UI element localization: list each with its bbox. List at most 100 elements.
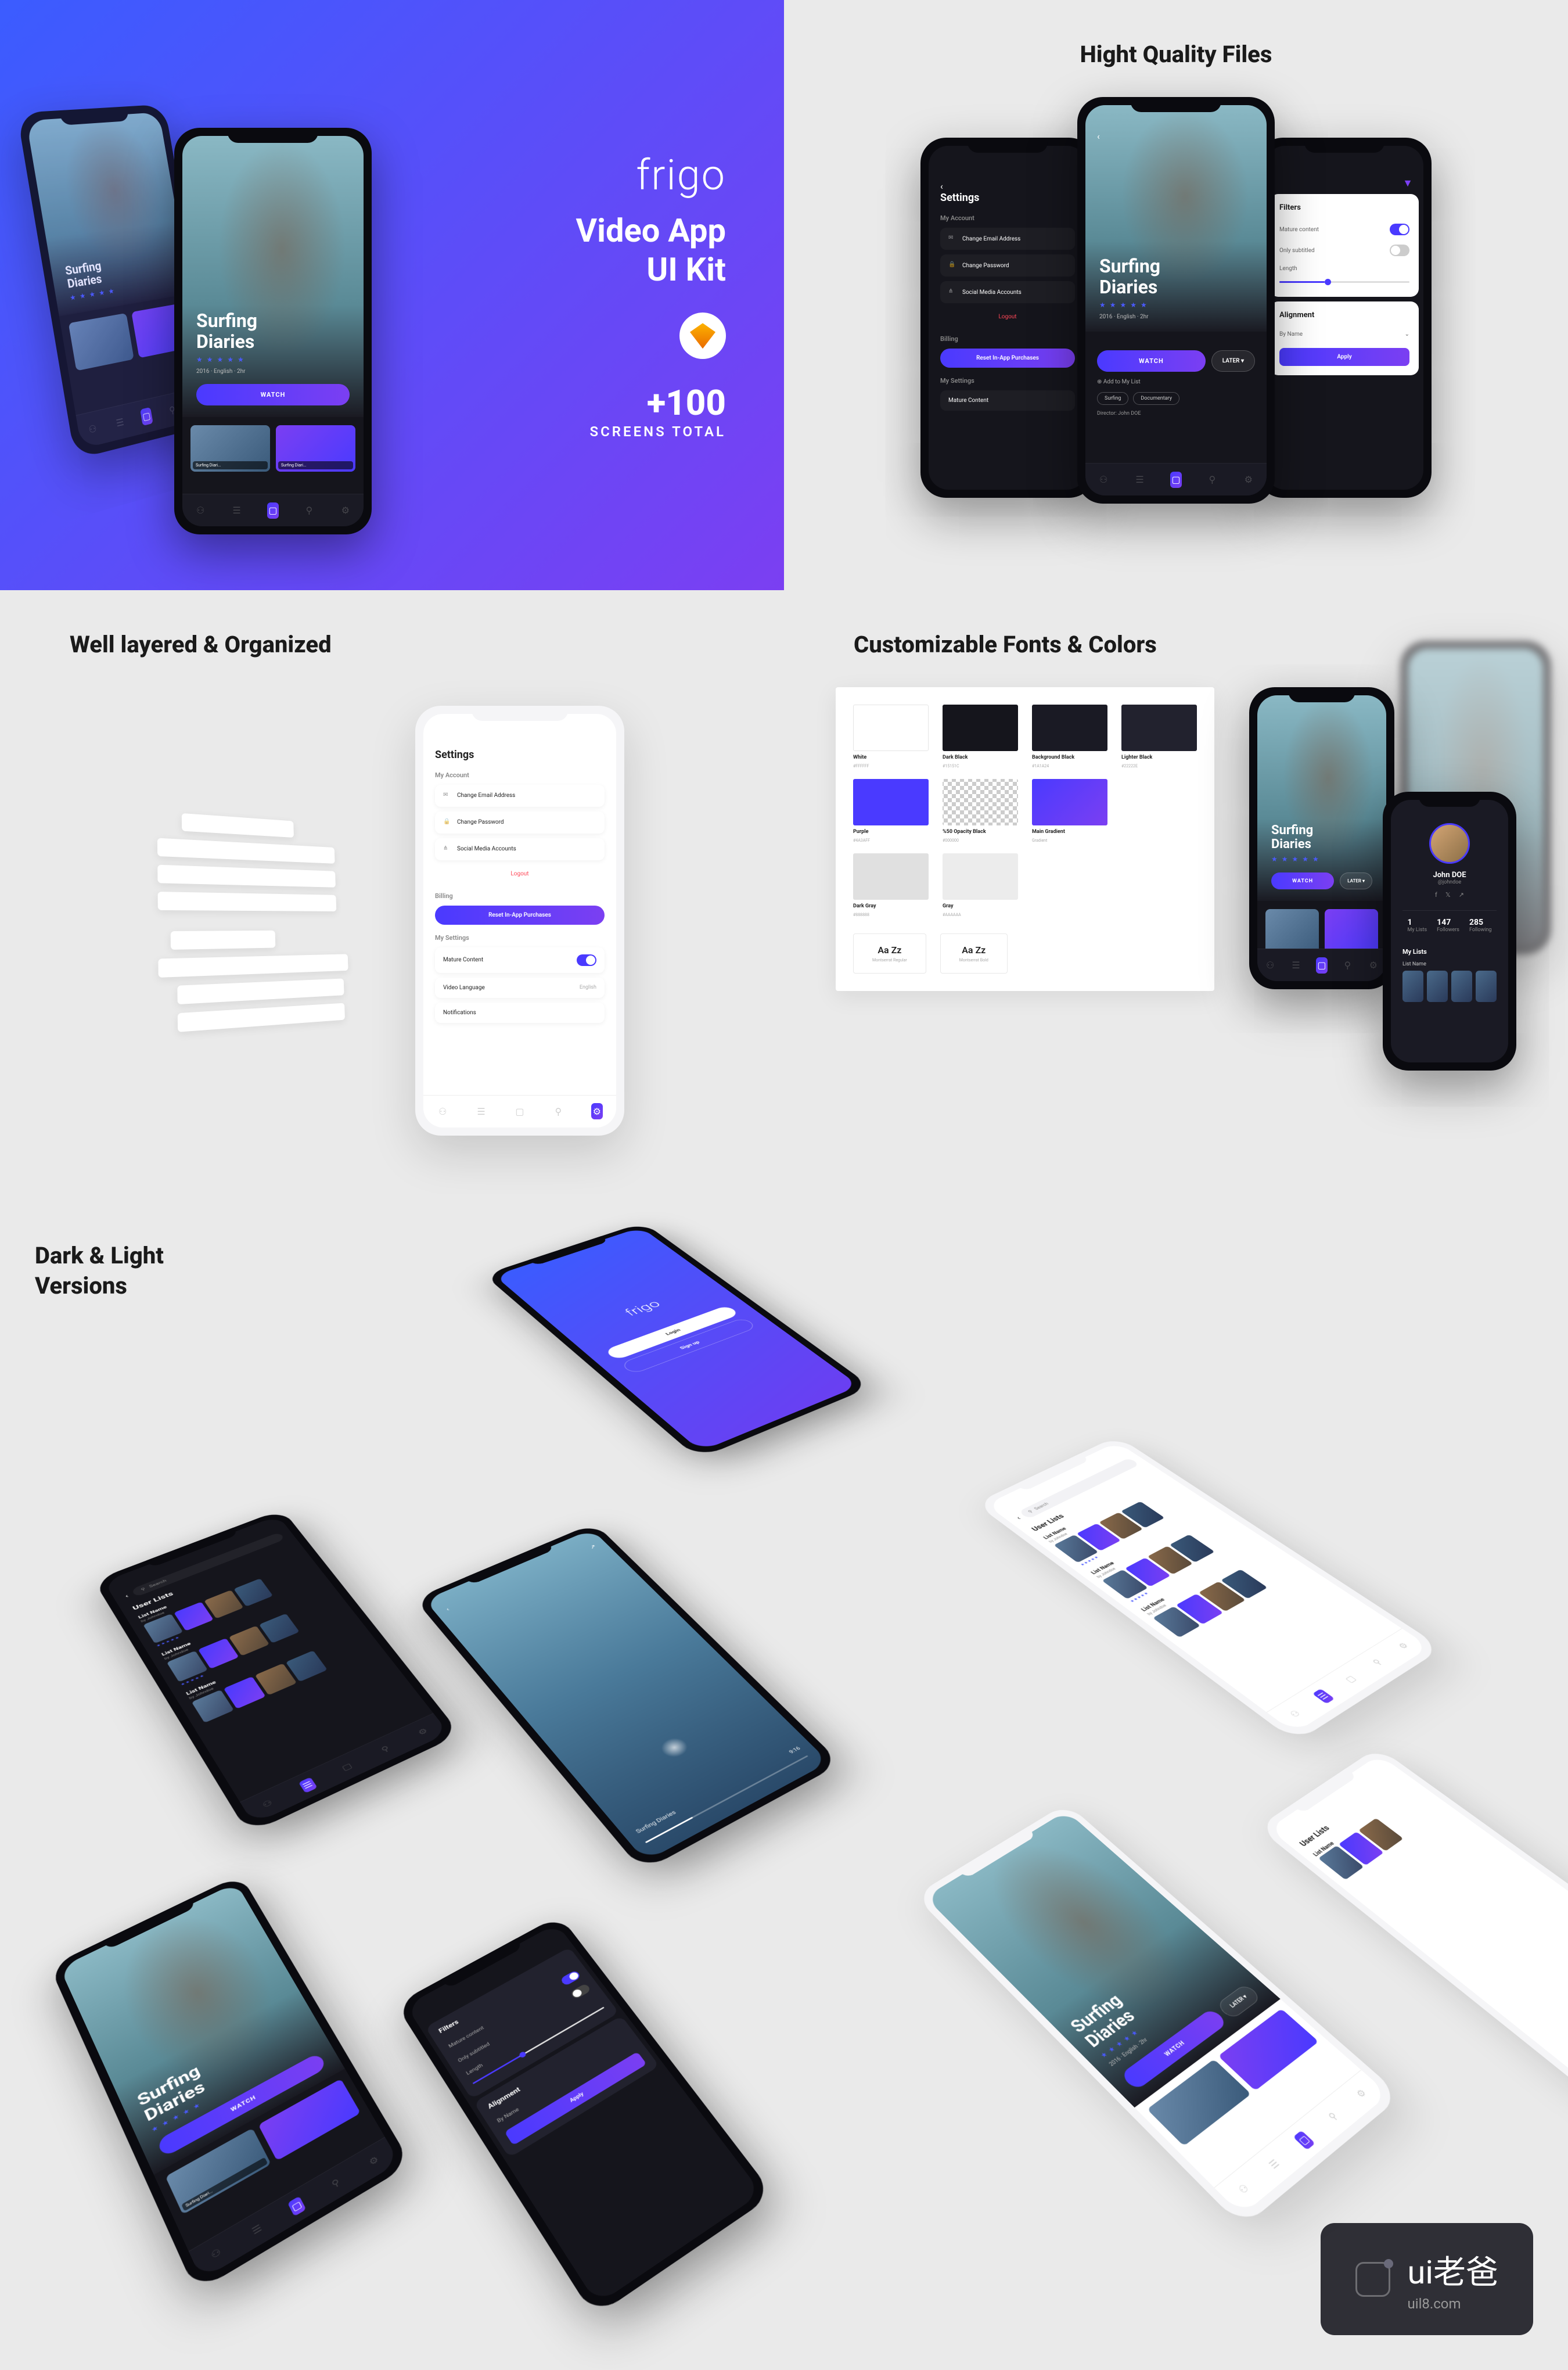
settings-item-label: Social Media Accounts	[457, 846, 516, 852]
nav-search-icon[interactable]: ⚲	[328, 2175, 344, 2191]
nav-search-icon[interactable]: ⚲	[1206, 474, 1218, 486]
nav-lists-icon[interactable]: ☰	[476, 1105, 487, 1117]
nav-search-icon[interactable]: ⚲	[1324, 2109, 1342, 2124]
video-thumb[interactable]: Surfing Diari...	[190, 425, 270, 472]
nav-search-icon[interactable]: ⚲	[303, 505, 315, 516]
screens-count: +100	[576, 382, 726, 423]
filter-icon[interactable]: ▼	[1402, 177, 1413, 189]
nav-home-icon[interactable]: ▢	[1294, 2132, 1313, 2148]
nav-home-icon[interactable]: ▢	[288, 2197, 305, 2214]
settings-social-item[interactable]: ⋔Social Media Accounts	[940, 281, 1075, 303]
settings-password-item[interactable]: 🔒Change Password	[435, 811, 605, 834]
nav-lists-icon[interactable]: ☰	[114, 415, 127, 430]
video-thumb[interactable]	[1147, 2059, 1251, 2146]
settings-mature-item[interactable]: Mature Content	[940, 390, 1075, 411]
facebook-icon[interactable]: f	[1435, 891, 1437, 899]
settings-mature-item[interactable]: Mature Content	[435, 947, 605, 973]
video-thumb[interactable]	[69, 313, 134, 371]
nav-search-icon[interactable]: ⚲	[1368, 1656, 1386, 1668]
nav-profile-icon[interactable]: ⚇	[1264, 960, 1276, 971]
list-thumb[interactable]	[1402, 971, 1423, 1002]
video-thumb[interactable]	[258, 2079, 361, 2161]
nav-search-icon[interactable]: ⚲	[1342, 960, 1353, 971]
nav-search-icon[interactable]: ⚲	[377, 1743, 394, 1755]
video-thumb[interactable]: Surfing Diari...	[166, 2128, 271, 2215]
logout-button[interactable]: Logout	[940, 308, 1075, 326]
nav-home-icon[interactable]: ▢	[267, 505, 279, 516]
nav-profile-icon[interactable]: ⚇	[259, 1797, 276, 1810]
seek-bar[interactable]	[645, 1755, 808, 1843]
watch-button[interactable]: WATCH	[196, 384, 350, 405]
nav-settings-icon[interactable]: ⚙	[415, 1725, 431, 1737]
video-thumb[interactable]: Surfing Diari...	[276, 425, 355, 472]
share-icon[interactable]: ↗	[1459, 891, 1464, 899]
nav-settings-icon[interactable]: ⚙	[365, 2153, 382, 2168]
list-thumb[interactable]	[1427, 971, 1448, 1002]
nav-lists-icon[interactable]: ☰	[299, 1779, 316, 1792]
nav-lists-icon[interactable]: ☰	[1314, 1690, 1332, 1702]
avatar[interactable]	[1429, 823, 1470, 864]
nav-profile-icon[interactable]: ⚇	[1234, 2181, 1253, 2197]
chevron-down-icon[interactable]: ⌄	[1405, 331, 1409, 337]
nav-home-icon[interactable]: ▢	[1170, 474, 1182, 486]
back-icon[interactable]: ‹	[1097, 131, 1100, 142]
later-button[interactable]: LATER ▾	[1211, 350, 1255, 372]
nav-home-icon[interactable]: ▢	[514, 1105, 526, 1117]
settings-notif-item[interactable]: Notifications	[435, 1003, 605, 1023]
tag-documentary[interactable]: Documentary	[1133, 392, 1179, 405]
settings-language-item[interactable]: Video LanguageEnglish	[435, 978, 605, 998]
list-thumb[interactable]	[1476, 971, 1497, 1002]
nav-lists-icon[interactable]: ☰	[1290, 960, 1302, 971]
back-icon[interactable]: ‹	[124, 1593, 130, 1599]
length-slider[interactable]	[1279, 281, 1409, 283]
logout-button[interactable]: Logout	[435, 865, 605, 883]
nav-home-icon[interactable]: ▢	[1342, 1673, 1360, 1685]
settings-email-item[interactable]: ✉Change Email Address	[435, 785, 605, 807]
nav-lists-icon[interactable]: ☰	[249, 2221, 265, 2238]
add-to-list-button[interactable]: ⊕ Add to My List	[1097, 379, 1255, 385]
nav-settings-icon[interactable]: ⚙	[1243, 474, 1254, 486]
settings-password-item[interactable]: 🔒Change Password	[940, 254, 1075, 276]
watch-button[interactable]: WATCH	[1097, 350, 1206, 372]
settings-email-item[interactable]: ✉Change Email Address	[940, 228, 1075, 250]
tag-surfing[interactable]: Surfing	[1097, 392, 1128, 405]
settings-social-item[interactable]: ⋔Social Media Accounts	[435, 838, 605, 860]
twitter-icon[interactable]: 𝕏	[1445, 891, 1451, 899]
nav-profile-icon[interactable]: ⚇	[195, 505, 206, 516]
list-thumb[interactable]	[1451, 971, 1472, 1002]
close-icon[interactable]: ‹	[445, 1607, 451, 1613]
nav-search-icon[interactable]: ⚲	[552, 1105, 564, 1117]
nav-profile-icon[interactable]: ⚇	[86, 422, 99, 436]
apply-button[interactable]: Apply	[1279, 348, 1409, 366]
nav-profile-icon[interactable]: ⚇	[207, 2245, 225, 2262]
bottom-nav: ⚇ ☰ ▢ ⚲ ⚙	[1267, 1628, 1430, 1733]
later-button[interactable]: LATER ▾	[1215, 1983, 1262, 2020]
subtitled-toggle[interactable]	[1390, 245, 1409, 256]
nav-settings-icon[interactable]: ⚙	[1368, 960, 1379, 971]
later-button[interactable]: LATER ▾	[1340, 872, 1372, 889]
nav-home-icon[interactable]: ▢	[141, 409, 153, 423]
share-icon[interactable]: ↗	[588, 1543, 598, 1550]
mature-toggle[interactable]	[1390, 224, 1409, 235]
back-icon[interactable]: ‹	[1013, 1515, 1023, 1521]
nav-settings-icon[interactable]: ⚙	[340, 505, 351, 516]
nav-profile-icon[interactable]: ⚇	[437, 1105, 448, 1117]
nav-lists-icon[interactable]: ☰	[1134, 474, 1146, 486]
nav-settings-icon[interactable]: ⚙	[1352, 2086, 1370, 2101]
nav-home-icon[interactable]: ▢	[1316, 960, 1328, 971]
back-icon[interactable]: ‹	[940, 181, 1075, 192]
nav-profile-icon[interactable]: ⚇	[1286, 1707, 1304, 1720]
nav-profile-icon[interactable]: ⚇	[1098, 474, 1109, 486]
nav-lists-icon[interactable]: ☰	[231, 505, 243, 516]
video-thumb[interactable]	[1218, 2009, 1319, 2091]
reset-purchases-button[interactable]: Reset In-App Purchases	[940, 349, 1075, 368]
watch-button[interactable]: WATCH	[1271, 872, 1334, 889]
settings-account-label: My Account	[940, 214, 1075, 222]
nav-settings-icon[interactable]: ⚙	[1394, 1640, 1412, 1651]
nav-home-icon[interactable]: ▢	[339, 1761, 355, 1773]
nav-lists-icon[interactable]: ☰	[1265, 2156, 1283, 2172]
list-item[interactable]: List Name	[1311, 1785, 1443, 1880]
nav-settings-icon[interactable]: ⚙	[591, 1105, 603, 1117]
mature-toggle[interactable]	[577, 954, 596, 966]
reset-purchases-button[interactable]: Reset In-App Purchases	[435, 906, 605, 925]
